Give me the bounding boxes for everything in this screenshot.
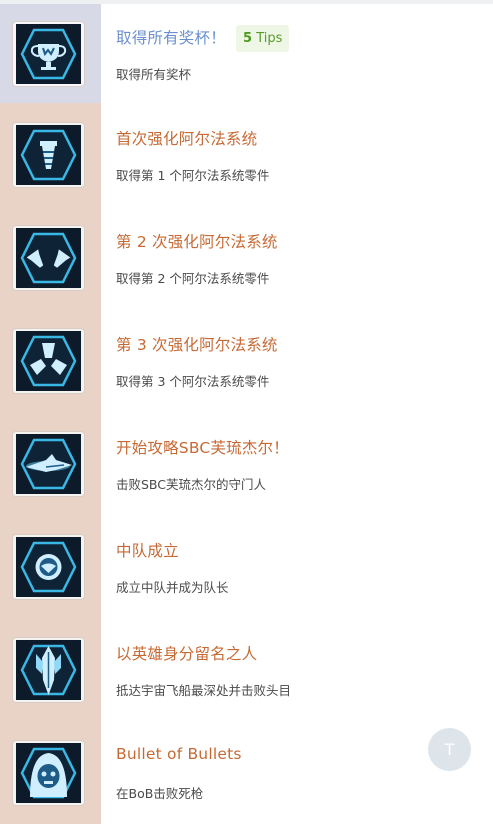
tips-count: 5 xyxy=(243,31,253,46)
achievement-row[interactable]: 以英雄身分留名之人 抵达宇宙飞船最深处并击败头目 xyxy=(0,618,493,721)
achievement-title[interactable]: 首次强化阿尔法系统 xyxy=(116,127,257,149)
achievement-description: 在BoB击败死枪 xyxy=(116,786,204,801)
achievement-description: 抵达宇宙飞船最深处并击败头目 xyxy=(116,683,292,698)
achievement-row[interactable]: 第 3 次强化阿尔法系统 取得第 3 个阿尔法系统零件 xyxy=(0,309,493,412)
achievement-row[interactable]: Bullet of Bullets 在BoB击败死枪 xyxy=(0,721,493,824)
achievement-title[interactable]: 第 3 次强化阿尔法系统 xyxy=(116,333,278,355)
achievement-row[interactable]: 开始攻略SBC芙琉杰尔！ 击败SBC芙琉杰尔的守门人 xyxy=(0,412,493,515)
tips-badge[interactable]: 5 Tips xyxy=(236,25,290,52)
achievement-title[interactable]: Bullet of Bullets xyxy=(116,745,242,763)
achievement-row[interactable]: 取得所有奖杯！ 5 Tips 取得所有奖杯 xyxy=(0,4,493,103)
achievement-description: 击败SBC芙琉杰尔的守门人 xyxy=(116,477,267,492)
achievement-row[interactable]: 中队成立 成立中队并成为队长 xyxy=(0,515,493,618)
achievement-row[interactable]: 首次强化阿尔法系统 取得第 1 个阿尔法系统零件 xyxy=(0,103,493,206)
achievement-badge xyxy=(13,535,84,599)
achievement-list: 取得所有奖杯！ 5 Tips 取得所有奖杯 首次强化阿尔法系统 取得第 1 个阿… xyxy=(0,4,493,824)
achievement-badge xyxy=(13,329,84,393)
alpha-part-2-icon xyxy=(16,228,81,288)
achievement-description: 成立中队并成为队长 xyxy=(116,580,229,595)
achievement-badge xyxy=(13,123,84,187)
alpha-part-3-icon xyxy=(16,331,81,391)
starship-icon xyxy=(16,434,81,494)
achievement-title[interactable]: 开始攻略SBC芙琉杰尔！ xyxy=(116,436,289,458)
achievement-description: 取得所有奖杯 xyxy=(116,67,192,82)
achievement-badge xyxy=(13,432,84,496)
achievement-description: 取得第 1 个阿尔法系统零件 xyxy=(116,168,270,183)
boss-crystal-icon xyxy=(16,640,81,700)
trophy-icon xyxy=(16,24,81,84)
achievement-badge xyxy=(13,638,84,702)
achievement-title[interactable]: 第 2 次强化阿尔法系统 xyxy=(116,230,278,252)
achievement-row[interactable]: 第 2 次强化阿尔法系统 取得第 2 个阿尔法系统零件 xyxy=(0,206,493,309)
achievement-badge xyxy=(13,22,84,86)
achievement-badge xyxy=(13,741,84,805)
alpha-part-1-icon xyxy=(16,125,81,185)
achievement-title[interactable]: 取得所有奖杯！ xyxy=(116,26,226,48)
achievement-description: 取得第 2 个阿尔法系统零件 xyxy=(116,271,270,286)
achievement-title[interactable]: 以英雄身分留名之人 xyxy=(116,642,257,664)
hooded-skull-icon xyxy=(16,743,81,803)
achievement-description: 取得第 3 个阿尔法系统零件 xyxy=(116,374,270,389)
back-to-top-button[interactable]: T xyxy=(428,728,471,771)
achievement-title[interactable]: 中队成立 xyxy=(116,539,179,561)
achievement-badge xyxy=(13,226,84,290)
back-to-top-label: T xyxy=(444,740,455,759)
tips-label: Tips xyxy=(256,31,283,46)
squad-emblem-icon xyxy=(16,537,81,597)
